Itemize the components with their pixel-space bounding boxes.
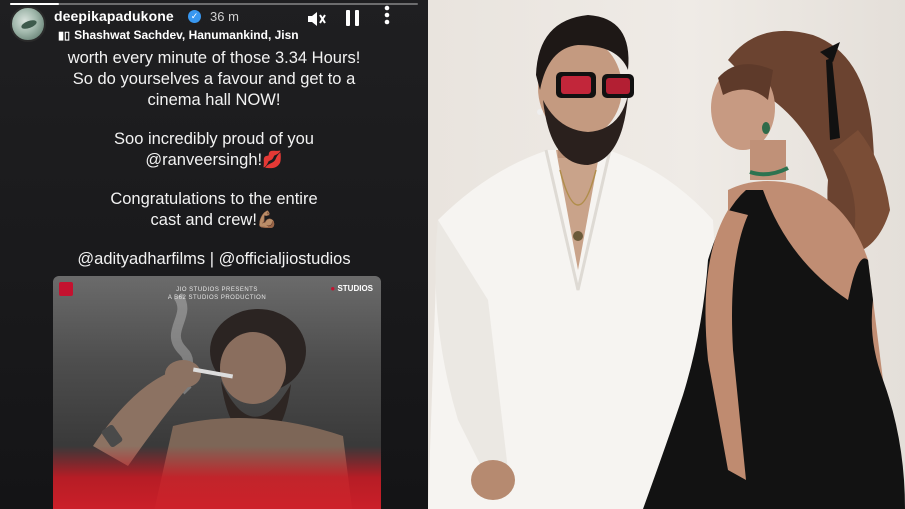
pause-icon (355, 10, 359, 26)
story-text-line: cinema hall NOW! (147, 91, 281, 109)
couple-photo (428, 0, 905, 509)
music-title: Shashwat Sachdev, Hanumankind, Jisn (74, 28, 299, 42)
poster-red-overlay (53, 446, 381, 509)
movie-poster[interactable]: JIO STUDIOS PRESENTS A B62 STUDIOS PRODU… (53, 276, 381, 509)
story-text-line: Soo incredibly proud of you (114, 130, 314, 148)
username[interactable]: deepikapadukone (54, 8, 174, 24)
couple-photo-illustration (428, 15, 905, 509)
music-bars-icon: ▮▯ (58, 30, 71, 42)
music-attribution[interactable]: ▮▯ Shashwat Sachdev, Hanumankind, Jisn (58, 28, 299, 42)
story-text-line: Congratulations to the entire (110, 190, 318, 208)
more-options-button[interactable] (384, 5, 390, 27)
mention-ranveersingh[interactable]: @ranveersingh!💋 (0, 150, 428, 171)
story-progress-fill (10, 3, 59, 5)
pause-icon (346, 10, 350, 26)
mute-button[interactable] (306, 10, 326, 31)
more-options-icon (384, 5, 390, 25)
avatar-image (20, 18, 38, 31)
avatar[interactable] (10, 6, 46, 42)
instagram-story[interactable]: deepikapadukone ✓ 36 m ▮▯ Shashwat Sachde… (0, 0, 428, 509)
story-text-line: So do yourselves a favour and get to a (72, 70, 356, 88)
pause-button[interactable] (346, 10, 360, 26)
mute-icon (308, 12, 326, 26)
verified-badge-icon: ✓ (188, 10, 201, 23)
mention-links[interactable]: @adityadharfilms | @officialjiostudios (0, 249, 428, 270)
story-text-line: worth every minute of those 3.34 Hours! (67, 49, 361, 67)
story-timestamp: 36 m (210, 9, 239, 24)
story-progress-bar (10, 3, 418, 5)
story-text-line: cast and crew!💪🏽 (150, 211, 278, 229)
